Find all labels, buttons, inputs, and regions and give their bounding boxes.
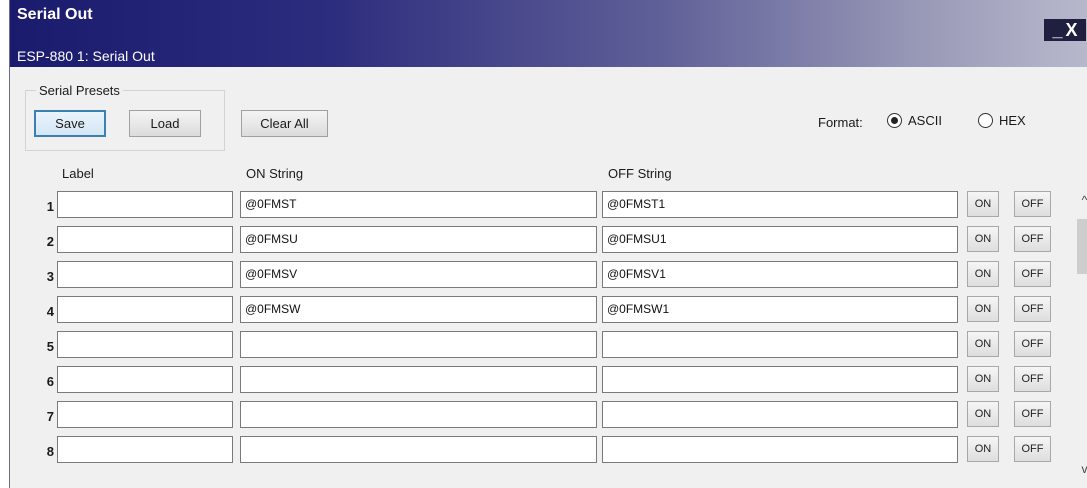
off-button[interactable]: OFF	[1014, 436, 1051, 462]
on-string-field[interactable]: @0FMST	[240, 191, 597, 218]
off-string-field[interactable]: @0FMST1	[602, 191, 958, 218]
chevron-down-icon[interactable]: v	[1076, 460, 1087, 477]
on-button[interactable]: ON	[967, 366, 999, 392]
label-field[interactable]	[57, 331, 233, 358]
on-button[interactable]: ON	[967, 296, 999, 322]
window-title: Serial Out	[17, 6, 93, 23]
label-field[interactable]	[57, 191, 233, 218]
format-ascii-label: ASCII	[908, 113, 942, 128]
row-number: 2	[46, 234, 54, 249]
column-header-on-string: ON String	[246, 166, 304, 181]
off-button[interactable]: OFF	[1014, 331, 1051, 357]
off-string-field[interactable]	[602, 331, 958, 358]
off-button[interactable]: OFF	[1014, 191, 1051, 217]
on-button[interactable]: ON	[967, 226, 999, 252]
minimize-icon[interactable]: _	[1052, 21, 1062, 39]
on-string-field[interactable]	[240, 401, 597, 428]
format-hex-radio[interactable]: HEX	[978, 113, 1026, 128]
on-string-field[interactable]: @0FMSU	[240, 226, 597, 253]
vertical-scrollbar[interactable]: ^ v	[1076, 191, 1087, 477]
off-string-field[interactable]: @0FMSV1	[602, 261, 958, 288]
row-number: 6	[46, 374, 54, 389]
label-field[interactable]	[57, 226, 233, 253]
title-bar[interactable]: Serial Out ESP-880 1: Serial Out _ X	[10, 0, 1087, 67]
off-string-field[interactable]	[602, 436, 958, 463]
serial-out-window: Serial Out ESP-880 1: Serial Out _ X Ser…	[9, 0, 1087, 488]
clear-all-button[interactable]: Clear All	[241, 110, 328, 137]
radio-checked-icon	[887, 113, 902, 128]
on-button[interactable]: ON	[967, 331, 999, 357]
on-string-field[interactable]	[240, 331, 597, 358]
row-number: 3	[46, 269, 54, 284]
column-header-off-string: OFF String	[608, 166, 672, 181]
column-header-label: Label	[62, 166, 94, 181]
format-label: Format:	[818, 115, 863, 130]
label-field[interactable]	[57, 296, 233, 323]
on-button[interactable]: ON	[967, 191, 999, 217]
load-button[interactable]: Load	[129, 110, 201, 137]
format-hex-label: HEX	[999, 113, 1026, 128]
row-number: 8	[46, 444, 54, 459]
off-button[interactable]: OFF	[1014, 296, 1051, 322]
window-subtitle: ESP-880 1: Serial Out	[17, 48, 155, 64]
off-button[interactable]: OFF	[1014, 226, 1051, 252]
label-field[interactable]	[57, 436, 233, 463]
off-string-field[interactable]: @0FMSU1	[602, 226, 958, 253]
on-button[interactable]: ON	[967, 436, 999, 462]
row-number: 4	[46, 304, 54, 319]
on-string-field[interactable]	[240, 436, 597, 463]
off-button[interactable]: OFF	[1014, 261, 1051, 287]
off-string-field[interactable]	[602, 401, 958, 428]
on-string-field[interactable]: @0FMSW	[240, 296, 597, 323]
on-string-field[interactable]	[240, 366, 597, 393]
format-ascii-radio[interactable]: ASCII	[887, 113, 942, 128]
on-button[interactable]: ON	[967, 401, 999, 427]
save-button[interactable]: Save	[34, 110, 106, 137]
row-number: 1	[46, 199, 54, 214]
radio-unchecked-icon	[978, 113, 993, 128]
label-field[interactable]	[57, 261, 233, 288]
on-string-field[interactable]: @0FMSV	[240, 261, 597, 288]
label-field[interactable]	[57, 366, 233, 393]
label-field[interactable]	[57, 401, 233, 428]
serial-presets-legend: Serial Presets	[36, 83, 123, 98]
off-string-field[interactable]	[602, 366, 958, 393]
window-controls: _ X	[1044, 19, 1086, 41]
row-number: 7	[46, 409, 54, 424]
close-icon[interactable]: X	[1066, 21, 1078, 39]
on-button[interactable]: ON	[967, 261, 999, 287]
scrollbar-thumb[interactable]	[1077, 219, 1087, 274]
off-button[interactable]: OFF	[1014, 366, 1051, 392]
chevron-up-icon[interactable]: ^	[1076, 191, 1087, 208]
row-number: 5	[46, 339, 54, 354]
off-string-field[interactable]: @0FMSW1	[602, 296, 958, 323]
off-button[interactable]: OFF	[1014, 401, 1051, 427]
